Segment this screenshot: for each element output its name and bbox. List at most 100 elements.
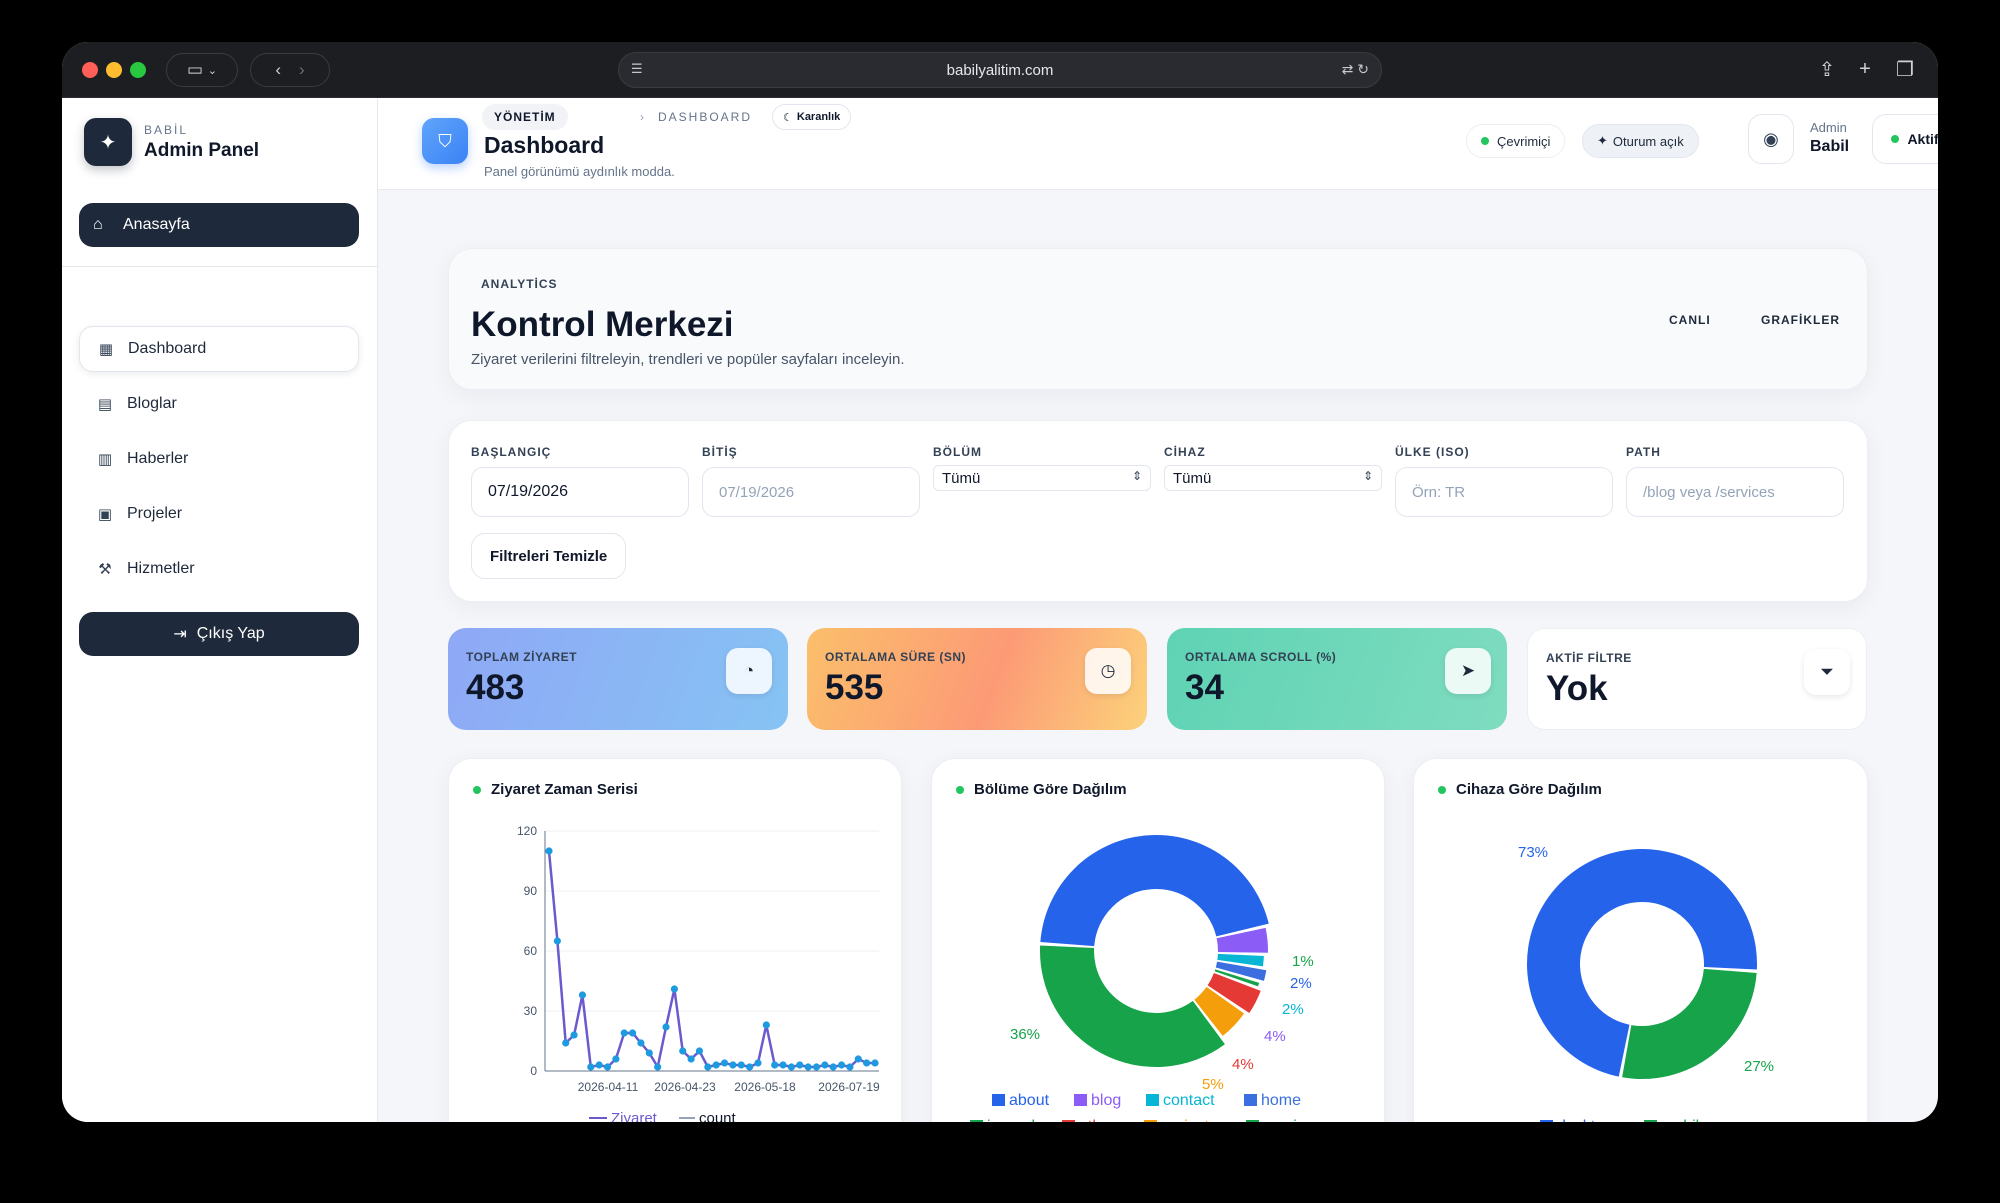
data-point bbox=[704, 1063, 712, 1071]
share-icon[interactable]: ⇪ bbox=[1814, 56, 1840, 82]
legend-label-projects: projects bbox=[1161, 1118, 1217, 1122]
legend-label-blog: blog bbox=[1091, 1092, 1121, 1109]
document-icon: ▤ bbox=[97, 396, 113, 413]
back-icon[interactable]: ‹ bbox=[275, 60, 281, 80]
data-point bbox=[787, 1063, 796, 1071]
chart-frame-icon: ▣ bbox=[97, 506, 113, 523]
grid-icon: ▦ bbox=[98, 341, 114, 358]
logout-button[interactable]: ⇥ Çıkış Yap bbox=[79, 612, 359, 656]
sidebar-icon: ▭ bbox=[186, 60, 204, 79]
breadcrumb-root[interactable]: YÖNETİM bbox=[482, 104, 568, 130]
y-tick-label: 120 bbox=[517, 824, 537, 838]
slice-label: 4% bbox=[1264, 1028, 1286, 1045]
forward-icon[interactable]: › bbox=[299, 60, 305, 80]
data-point bbox=[637, 1039, 645, 1047]
sidebar-toggle-button[interactable]: ▭ ⌄ bbox=[166, 53, 238, 87]
data-point bbox=[595, 1061, 603, 1069]
status-dot bbox=[1481, 137, 1489, 145]
theme-toggle-button[interactable]: ☾ Karanlık bbox=[772, 104, 852, 130]
tab-live[interactable]: CANLI bbox=[1669, 313, 1711, 327]
hero-card: ANALYTİCS Kontrol Merkezi Ziyaret verile… bbox=[448, 248, 1868, 390]
section-label: BÖLÜM bbox=[933, 445, 982, 459]
data-point bbox=[562, 1039, 570, 1047]
data-point bbox=[720, 1059, 729, 1067]
sidebar-item-projects[interactable]: ▣ Projeler bbox=[79, 491, 359, 537]
sidebar-item-news[interactable]: ▥ Haberler bbox=[79, 436, 359, 482]
data-point bbox=[729, 1061, 737, 1069]
device-label: CİHAZ bbox=[1164, 445, 1206, 459]
stat-value: 34 bbox=[1185, 668, 1224, 707]
zoom-window-button[interactable] bbox=[130, 62, 146, 78]
stat-label: ORTALAMA SÜRE (SN) bbox=[825, 650, 966, 664]
country-field[interactable]: Örn: TR bbox=[1395, 467, 1613, 517]
x-tick-label: 2026-04-11 bbox=[578, 1080, 639, 1094]
address-bar[interactable]: ☰ babilyalitim.com ⇄ ↻ bbox=[618, 52, 1382, 88]
cursor-icon: ➤ bbox=[1445, 648, 1491, 694]
path-field[interactable]: /blog veya /services bbox=[1626, 467, 1844, 517]
x-tick-label: 2026-07-19 bbox=[818, 1080, 880, 1094]
sidebar-divider bbox=[62, 266, 378, 267]
page-menu-icon[interactable]: ☰ bbox=[631, 61, 649, 79]
minimize-window-button[interactable] bbox=[106, 62, 122, 78]
legend-label-journal: journal bbox=[986, 1118, 1035, 1122]
section-donut-chart: 1% 2% 2% 4% 4% 5% 36% about blog contact home journ… bbox=[970, 834, 1322, 1122]
stat-label: AKTİF FİLTRE bbox=[1546, 651, 1632, 665]
legend-swatch-mobile bbox=[1644, 1120, 1657, 1122]
brand: ✦ BABİL Admin Panel bbox=[84, 118, 259, 166]
home-button[interactable]: ⌂ Anasayfa bbox=[79, 203, 359, 247]
slice-label: 1% bbox=[1292, 953, 1314, 970]
y-tick-label: 30 bbox=[524, 1004, 538, 1018]
hero-subtitle: Ziyaret verilerini filtreleyin, trendler… bbox=[471, 351, 905, 368]
tab-charts[interactable]: GRAFİKLER bbox=[1761, 313, 1840, 327]
page-title: Dashboard bbox=[484, 132, 605, 158]
history-nav: ‹ › bbox=[250, 53, 330, 87]
slice-label: 2% bbox=[1282, 1001, 1304, 1018]
data-point bbox=[654, 1063, 662, 1071]
end-date-label: BİTİŞ bbox=[702, 445, 738, 459]
series-line-ziyaret bbox=[547, 850, 875, 1071]
clear-filters-button[interactable]: Filtreleri Temizle bbox=[471, 533, 627, 579]
data-point bbox=[762, 1021, 770, 1029]
legend-label-desktop: desktop bbox=[1557, 1118, 1613, 1122]
translate-reload-icons[interactable]: ⇄ ↻ bbox=[1342, 61, 1369, 78]
sidebar-item-blogs[interactable]: ▤ Bloglar bbox=[79, 381, 359, 427]
data-point bbox=[829, 1063, 837, 1071]
close-window-button[interactable] bbox=[82, 62, 98, 78]
data-point bbox=[587, 1063, 595, 1071]
tab-overview-icon[interactable]: ❐ bbox=[1892, 56, 1918, 82]
slice-about bbox=[1040, 834, 1269, 947]
data-point bbox=[570, 1031, 578, 1039]
page-subtitle: Panel görünümü aydınlık modda. bbox=[484, 164, 675, 179]
legend-swatch-services bbox=[1246, 1120, 1259, 1122]
stat-card-duration: ORTALAMA SÜRE (SN) 535 ◷ bbox=[807, 628, 1147, 730]
device-select[interactable]: Tümü ⇕ bbox=[1164, 465, 1382, 491]
device-select-value: Tümü bbox=[1173, 469, 1212, 487]
section-select-value: Tümü bbox=[942, 469, 981, 487]
data-point bbox=[628, 1029, 637, 1037]
legend-swatch-projects bbox=[1144, 1120, 1157, 1122]
data-point bbox=[670, 985, 678, 993]
sparkle-logo-icon: ✦ bbox=[84, 118, 132, 166]
data-point bbox=[620, 1029, 628, 1037]
end-date-field[interactable]: 07/19/2026 bbox=[702, 467, 920, 517]
legend-label-contact: contact bbox=[1163, 1092, 1215, 1109]
select-caret-icon: ⇕ bbox=[1362, 469, 1373, 483]
select-caret-icon: ⇕ bbox=[1131, 469, 1142, 483]
slice-label: 36% bbox=[1010, 1026, 1040, 1043]
data-point bbox=[712, 1061, 720, 1069]
start-date-field[interactable]: 07/19/2026 bbox=[471, 467, 689, 517]
moon-icon: ☾ bbox=[783, 111, 793, 124]
legend-label-about: about bbox=[1009, 1092, 1050, 1109]
filter-icon: ⏷ bbox=[1804, 649, 1850, 695]
sidebar-item-label: Hizmetler bbox=[127, 560, 195, 577]
user-avatar-button[interactable]: ◉ bbox=[1748, 114, 1794, 164]
newspaper-icon: ▥ bbox=[97, 451, 113, 468]
section-select[interactable]: Tümü ⇕ bbox=[933, 465, 1151, 491]
sidebar-item-dashboard[interactable]: ▦ Dashboard bbox=[79, 326, 359, 372]
sidebar-item-services[interactable]: ⚒ Hizmetler bbox=[79, 546, 359, 592]
y-tick-label: 90 bbox=[524, 884, 538, 898]
user-circle-icon: ◉ bbox=[1763, 128, 1779, 149]
new-tab-icon[interactable]: + bbox=[1852, 56, 1878, 82]
sidebar-item-label: Haberler bbox=[127, 450, 189, 467]
data-point bbox=[662, 1023, 670, 1031]
